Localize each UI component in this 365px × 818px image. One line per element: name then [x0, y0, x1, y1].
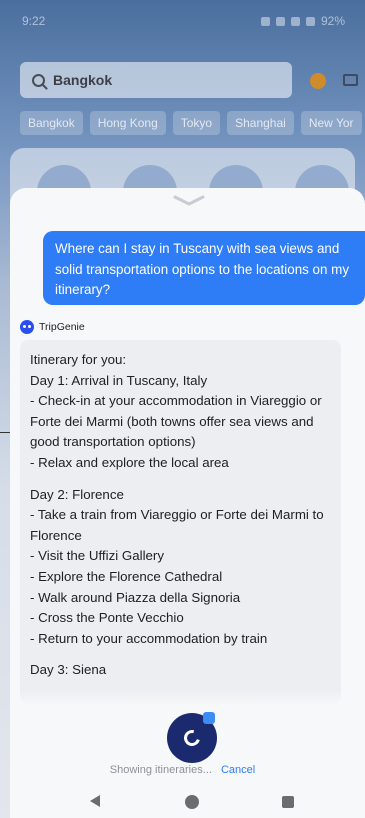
- day-item: - Cross the Ponte Vecchio: [30, 610, 184, 626]
- day-item: - Visit the Uffizi Gallery: [30, 548, 164, 564]
- home-icon[interactable]: [185, 795, 199, 809]
- status-bar: 9:22 92%: [0, 0, 365, 42]
- generation-status: Showing itineraries... Cancel: [0, 764, 365, 776]
- assistant-name: TripGenie: [39, 321, 85, 333]
- day-item: - Explore the Florence Cathedral: [30, 568, 223, 584]
- status-icons: 92%: [260, 14, 345, 28]
- city-tab[interactable]: Tokyo: [172, 111, 221, 135]
- reply-intro: Itinerary for you:: [30, 352, 127, 367]
- day-item: - Check-in at your accommodation in Viar…: [30, 393, 322, 450]
- city-tab[interactable]: Hong Kong: [89, 111, 166, 135]
- wifi-icon: [275, 16, 285, 26]
- spinner-icon: [181, 727, 203, 749]
- mail-icon[interactable]: [343, 74, 358, 86]
- coin-icon[interactable]: [310, 73, 326, 89]
- signal-icon: [290, 16, 300, 26]
- recents-icon[interactable]: [282, 796, 294, 808]
- tripgenie-logo-icon: [20, 320, 34, 334]
- city-tabs: Bangkok Hong Kong Tokyo Shanghai New Yor: [20, 111, 362, 135]
- assistant-header: TripGenie: [20, 320, 85, 334]
- day-title: Day 3: Siena: [30, 662, 107, 678]
- search-icon: [32, 73, 45, 87]
- city-tab[interactable]: Bangkok: [20, 111, 83, 135]
- day-block: Day 1: Arrival in Tuscany, Italy - Check…: [30, 371, 331, 474]
- back-icon[interactable]: [90, 795, 100, 807]
- day-title: Day 1: Arrival in Tuscany, Italy: [30, 372, 208, 388]
- status-text: Showing itineraries...: [109, 764, 212, 776]
- chevron-down-icon[interactable]: [172, 193, 206, 207]
- day-item: - Take a train from Viareggio or Forte d…: [30, 507, 324, 543]
- day-item: - Return to your accommodation by train: [30, 630, 268, 646]
- cancel-button[interactable]: Cancel: [221, 764, 255, 776]
- day-block: Day 3: Siena: [30, 660, 331, 681]
- status-time: 9:22: [22, 14, 46, 28]
- day-item: - Walk around Piazza della Signoria: [30, 589, 241, 605]
- city-tab[interactable]: Shanghai: [227, 111, 294, 135]
- battery-icon: [305, 16, 315, 26]
- day-item: - Relax and explore the local area: [30, 454, 229, 470]
- assistant-reply: Itinerary for you: Day 1: Arrival in Tus…: [20, 340, 341, 704]
- ai-badge-icon: [203, 712, 215, 724]
- day-title: Day 2: Florence: [30, 486, 124, 502]
- search-bar[interactable]: Bangkok: [20, 62, 292, 98]
- battery-level: 92%: [320, 14, 345, 28]
- search-value: Bangkok: [53, 72, 113, 88]
- alarm-icon: [260, 16, 270, 26]
- reply-fade: [20, 690, 341, 706]
- city-tab[interactable]: New Yor: [300, 111, 362, 135]
- day-block: Day 2: Florence - Take a train from Viar…: [30, 485, 331, 650]
- user-message: Where can I stay in Tuscany with sea vie…: [43, 231, 365, 305]
